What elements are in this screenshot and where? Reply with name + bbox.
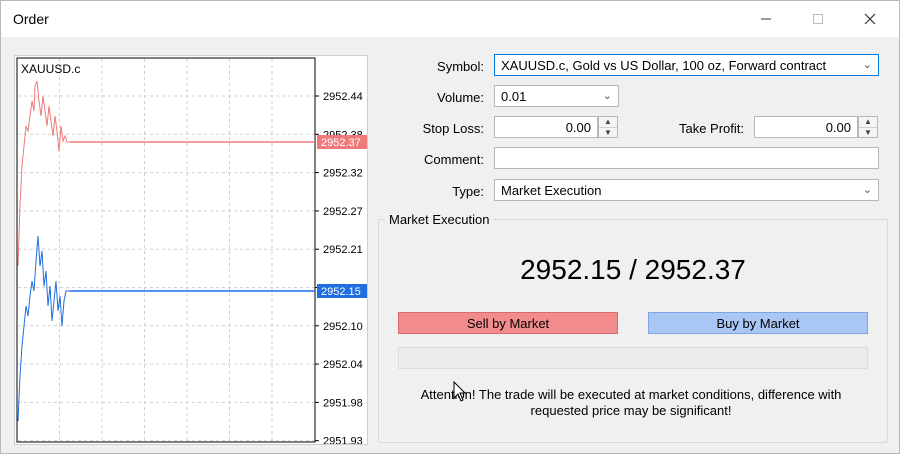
chevron-down-icon: ⌄ [862,59,872,71]
price-axis-label: 2952.27 [323,206,363,218]
bid-price-tag-label: 2952.15 [321,286,361,298]
spin-up-icon[interactable]: ▲ [599,117,617,127]
price-axis-label: 2951.98 [323,397,363,409]
price-axis-label: 2951.93 [323,436,363,444]
comment-input[interactable] [494,147,879,169]
chart-symbol-label: XAUUSD.c [21,62,81,76]
bid-ask-prices: 2952.15 / 2952.37 [520,254,746,285]
take-profit-value: 0.00 [825,119,851,135]
take-profit-spinner[interactable]: ▲ ▼ [858,116,878,138]
execution-progress-bar [398,347,868,369]
symbol-label: Symbol: [437,59,484,74]
tick-chart-svg: 2952.442952.382952.322952.272952.212952.… [16,57,367,444]
ask-price-line [17,80,70,267]
ask-price-tag-label: 2952.37 [321,137,361,149]
stop-loss-label: Stop Loss: [422,121,484,136]
spin-down-icon[interactable]: ▼ [859,126,877,138]
mouse-cursor-icon [453,381,467,402]
stop-loss-spinner[interactable]: ▲ ▼ [598,116,618,138]
window-title: Order [13,11,49,27]
volume-select[interactable]: 0.01 ⌄ [494,85,619,107]
chevron-down-icon: ⌄ [862,184,872,196]
type-select[interactable]: Market Execution ⌄ [494,179,879,201]
close-button[interactable] [847,1,893,37]
price-axis-label: 2952.10 [323,321,363,333]
sell-by-market-button[interactable]: Sell by Market [398,312,618,334]
bid-price-line [17,235,70,422]
symbol-select-value: XAUUSD.c, Gold vs US Dollar, 100 oz, For… [501,57,827,73]
market-execution-group-title: Market Execution [385,212,494,227]
close-icon [864,13,876,25]
price-axis-label: 2952.32 [323,168,363,180]
attention-message: Attention! The trade will be executed at… [401,387,861,419]
volume-select-value: 0.01 [501,88,527,104]
spin-down-icon[interactable]: ▼ [599,126,617,138]
attention-line-2: requested price may be significant! [530,403,732,418]
tick-chart: 2952.442952.382952.322952.272952.212952.… [14,55,368,445]
order-window: Order 2952.442952.382952.322952.272952.2… [0,0,900,454]
type-select-value: Market Execution [501,182,602,198]
stop-loss-input[interactable]: 0.00 [494,116,598,138]
plot-frame [16,57,316,443]
chevron-down-icon: ⌄ [602,90,612,102]
comment-label: Comment: [424,152,484,167]
minimize-icon [761,18,771,20]
volume-label: Volume: [437,90,484,105]
type-label: Type: [452,184,484,199]
price-axis-label: 2952.04 [323,359,363,371]
title-bar[interactable]: Order [1,1,899,37]
take-profit-input[interactable]: 0.00 [754,116,858,138]
minimize-button[interactable] [743,1,789,37]
maximize-icon [813,14,823,24]
stop-loss-value: 0.00 [565,119,591,135]
maximize-button [795,1,841,37]
price-axis-label: 2952.21 [323,244,363,256]
attention-line-1: Attention! The trade will be executed at… [420,387,842,402]
take-profit-label: Take Profit: [678,121,744,136]
symbol-select[interactable]: XAUUSD.c, Gold vs US Dollar, 100 oz, For… [494,54,879,76]
price-axis-label: 2952.44 [323,91,363,103]
buy-by-market-button[interactable]: Buy by Market [648,312,868,334]
spin-up-icon[interactable]: ▲ [859,117,877,127]
